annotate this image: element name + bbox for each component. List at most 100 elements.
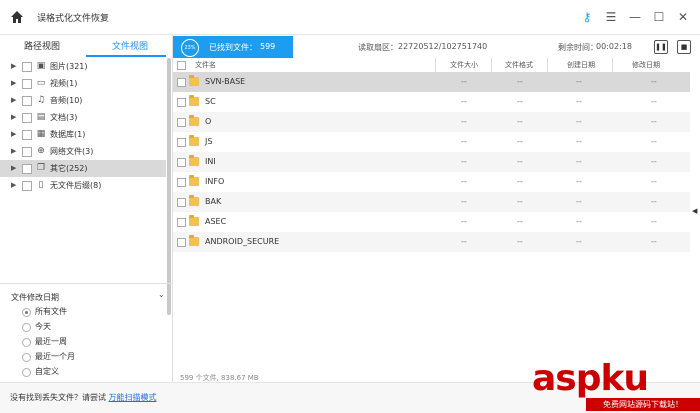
expand-arrow-icon[interactable]: ▶ <box>11 109 16 126</box>
column-header-format[interactable]: 文件格式 <box>505 60 533 70</box>
tree-item-video[interactable]: ▶ ▭ 视频(1) <box>0 75 166 92</box>
row-checkbox[interactable] <box>177 238 186 247</box>
select-all-checkbox[interactable] <box>177 61 186 70</box>
table-row[interactable]: O -- -- -- -- <box>173 112 690 132</box>
file-modified: -- <box>651 157 657 166</box>
radio-button[interactable] <box>22 323 31 332</box>
table-header: 文件名 文件大小 文件格式 创建日期 修改日期 <box>173 58 690 73</box>
checkbox[interactable] <box>22 62 32 72</box>
minimize-icon[interactable]: — <box>628 10 642 24</box>
file-size: -- <box>461 237 467 246</box>
row-checkbox[interactable] <box>177 198 186 207</box>
table-row[interactable]: INFO -- -- -- -- <box>173 172 690 192</box>
radio-button[interactable] <box>22 338 31 347</box>
tree-item-database[interactable]: ▶ ▦ 数据库(1) <box>0 126 166 143</box>
column-header-name[interactable]: 文件名 <box>195 60 216 70</box>
image-icon: ▣ <box>36 61 46 71</box>
row-checkbox[interactable] <box>177 98 186 107</box>
radio-button[interactable] <box>22 308 31 317</box>
divider <box>0 283 172 284</box>
checkbox[interactable] <box>22 164 32 174</box>
file-created: -- <box>576 177 582 186</box>
left-panel: 路径视图 文件视图 ▶ ▣ 图片(321) ▶ ▭ 视频(1) ▶ ♫ 音频(1… <box>0 35 173 382</box>
file-size: -- <box>461 157 467 166</box>
folder-icon <box>189 135 199 146</box>
file-name: INI <box>205 157 216 166</box>
expand-arrow-icon[interactable]: ▶ <box>11 126 16 143</box>
tree-item-label: 图片(321) <box>50 62 88 71</box>
tab-path-view[interactable]: 路径视图 <box>24 39 60 52</box>
expand-arrow-icon[interactable]: ▶ <box>11 92 16 109</box>
chevron-down-icon[interactable]: ⌄ <box>158 290 165 299</box>
bottom-prompt-text: 没有找到丢失文件？请尝试 <box>10 393 109 402</box>
file-created: -- <box>576 77 582 86</box>
row-checkbox[interactable] <box>177 138 186 147</box>
table-row[interactable]: ANDROID_SECURE -- -- -- -- <box>173 232 690 252</box>
tree-item-other[interactable]: ▶ ❐ 其它(252) <box>0 160 166 177</box>
row-checkbox[interactable] <box>177 158 186 167</box>
column-header-size[interactable]: 文件大小 <box>450 60 478 70</box>
radio-button[interactable] <box>22 368 31 377</box>
app-title: 误格式化文件恢复 <box>37 14 110 24</box>
maximize-icon[interactable]: ☐ <box>652 10 666 24</box>
deep-scan-link[interactable]: 万能扫描模式 <box>109 393 157 402</box>
key-icon[interactable]: ⚷ <box>580 10 594 24</box>
file-size: -- <box>461 217 467 226</box>
sector-value: 22720512/102751740 <box>398 42 488 51</box>
checkbox[interactable] <box>22 147 32 157</box>
file-size: -- <box>461 97 467 106</box>
tree-item-audio[interactable]: ▶ ♫ 音频(10) <box>0 92 166 109</box>
folder-icon <box>189 195 199 206</box>
column-header-modified[interactable]: 修改日期 <box>632 60 660 70</box>
checkbox[interactable] <box>22 79 32 89</box>
tree-item-images[interactable]: ▶ ▣ 图片(321) <box>0 58 166 75</box>
tree-item-label: 文档(3) <box>50 113 78 122</box>
row-checkbox[interactable] <box>177 178 186 187</box>
tree-item-no-extension[interactable]: ▶ ▯ 无文件后缀(8) <box>0 177 166 194</box>
other-files-icon: ❐ <box>36 163 46 173</box>
close-icon[interactable]: ✕ <box>676 10 690 24</box>
row-checkbox[interactable] <box>177 218 186 227</box>
checkbox[interactable] <box>22 96 32 106</box>
watermark: aspku 免费网站源码下载站！ <box>528 358 700 412</box>
file-created: -- <box>576 197 582 206</box>
checkbox[interactable] <box>22 181 32 191</box>
stop-button[interactable]: ■ <box>677 40 691 54</box>
pause-button[interactable]: ❚❚ <box>654 40 668 54</box>
folder-icon <box>189 95 199 106</box>
column-header-created[interactable]: 创建日期 <box>567 60 595 70</box>
tree-item-network[interactable]: ▶ ⊕ 网络文件(3) <box>0 143 166 160</box>
tree-scrollbar[interactable] <box>167 58 171 315</box>
remaining-label: 剩余时间： <box>558 43 598 52</box>
menu-icon[interactable]: ☰ <box>604 10 618 24</box>
collapse-arrow-icon[interactable]: ◀ <box>692 207 697 215</box>
file-modified: -- <box>651 117 657 126</box>
folder-icon <box>189 155 199 166</box>
file-format: -- <box>517 137 523 146</box>
expand-arrow-icon[interactable]: ▶ <box>11 75 16 92</box>
tab-file-view[interactable]: 文件视图 <box>112 39 148 52</box>
table-row[interactable]: BAK -- -- -- -- <box>173 192 690 212</box>
filter-title: 文件修改日期 <box>11 293 59 302</box>
folder-icon <box>189 115 199 126</box>
tree-item-documents[interactable]: ▶ ▤ 文档(3) <box>0 109 166 126</box>
expand-arrow-icon[interactable]: ▶ <box>11 160 16 177</box>
expand-arrow-icon[interactable]: ▶ <box>11 177 16 194</box>
expand-arrow-icon[interactable]: ▶ <box>11 58 16 75</box>
table-row[interactable]: SVN-BASE -- -- -- -- <box>173 72 690 92</box>
file-modified: -- <box>651 237 657 246</box>
checkbox[interactable] <box>22 130 32 140</box>
radio-button[interactable] <box>22 353 31 362</box>
file-modified: -- <box>651 217 657 226</box>
expand-arrow-icon[interactable]: ▶ <box>11 143 16 160</box>
row-checkbox[interactable] <box>177 118 186 127</box>
progress-percent: 23% <box>181 39 199 57</box>
table-row[interactable]: ASEC -- -- -- -- <box>173 212 690 232</box>
checkbox[interactable] <box>22 113 32 123</box>
table-row[interactable]: JS -- -- -- -- <box>173 132 690 152</box>
table-row[interactable]: SC -- -- -- -- <box>173 92 690 112</box>
table-row[interactable]: INI -- -- -- -- <box>173 152 690 172</box>
row-checkbox[interactable] <box>177 78 186 87</box>
home-icon[interactable] <box>10 10 24 24</box>
file-table: 文件名 文件大小 文件格式 创建日期 修改日期 SVN-BASE -- -- -… <box>173 58 690 368</box>
